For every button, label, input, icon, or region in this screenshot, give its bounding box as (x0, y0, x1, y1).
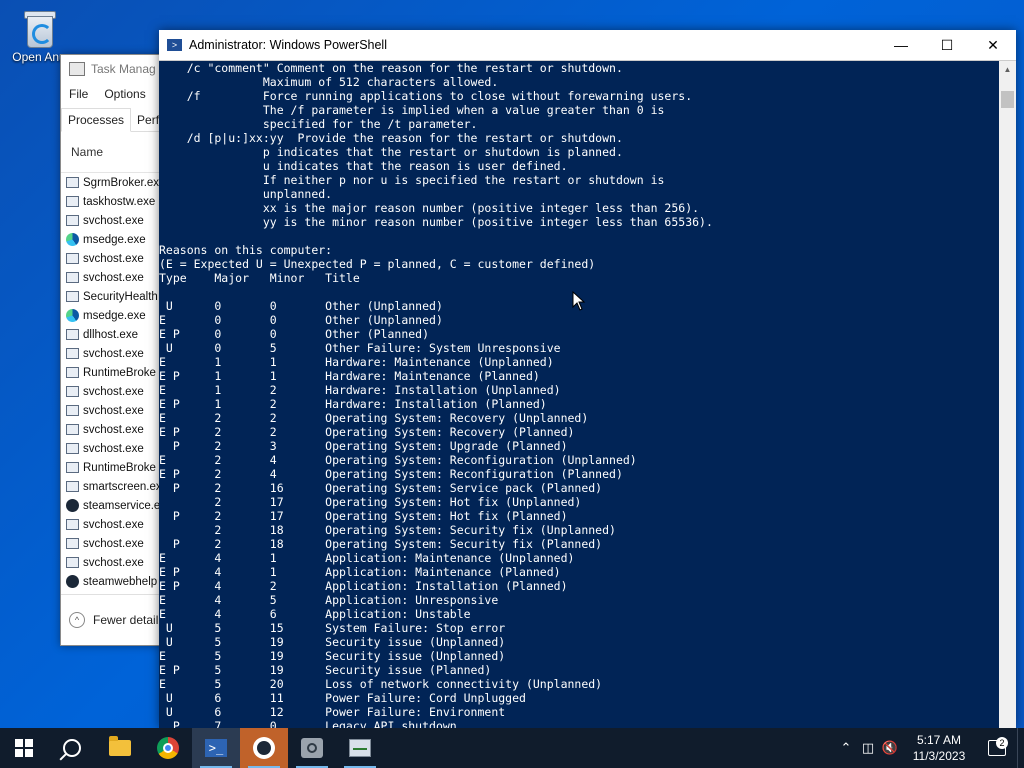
clock[interactable]: 5:17 AM 11/3/2023 (901, 732, 977, 764)
chevron-up-icon[interactable]: ⌃ (835, 740, 857, 756)
console-output-area[interactable]: /c "comment" Comment on the reason for t… (159, 61, 999, 728)
taskbar-chrome[interactable] (144, 728, 192, 768)
process-name: msedge.exe (83, 233, 146, 246)
process-name: svchost.exe (83, 214, 144, 227)
chevron-up-icon: ^ (69, 612, 85, 628)
steam-icon (66, 575, 79, 588)
process-name: SgrmBroker.ex (83, 176, 160, 189)
app-icon (66, 519, 79, 530)
taskbar-steam[interactable] (240, 728, 288, 768)
menu-file[interactable]: File (61, 87, 96, 101)
maximize-button[interactable]: ☐ (924, 30, 970, 60)
window-title: Administrator: Windows PowerShell (189, 38, 387, 52)
taskbar-settings-tool[interactable] (288, 728, 336, 768)
steam-icon (66, 499, 79, 512)
close-button[interactable]: ✕ (970, 30, 1016, 60)
app-icon (66, 291, 79, 302)
process-name: svchost.exe (83, 347, 144, 360)
process-name: smartscreen.ex (83, 480, 162, 493)
process-name: dllhost.exe (83, 328, 138, 341)
taskbar: >_ ⌃ ◫ 🔇 5:17 AM 11/3/2023 2 (0, 728, 1024, 768)
system-tray: ⌃ ◫ 🔇 5:17 AM 11/3/2023 2 (835, 728, 1024, 768)
chrome-icon (157, 737, 179, 759)
process-name: SecurityHealth (83, 290, 158, 303)
app-icon (66, 481, 79, 492)
steam-icon (253, 737, 275, 759)
notification-center-button[interactable]: 2 (977, 737, 1017, 756)
app-icon (66, 557, 79, 568)
process-name: RuntimeBroke (83, 461, 156, 474)
app-icon (66, 272, 79, 283)
start-button[interactable] (0, 728, 48, 768)
taskbar-powershell[interactable]: >_ (192, 728, 240, 768)
process-name: svchost.exe (83, 518, 144, 531)
search-button[interactable] (48, 728, 96, 768)
fewer-details-label: Fewer detail (93, 613, 159, 627)
process-name: RuntimeBroke (83, 366, 156, 379)
search-icon (63, 739, 81, 757)
task-manager-icon (349, 739, 371, 757)
app-icon (66, 462, 79, 473)
app-icon (66, 215, 79, 226)
app-icon (66, 196, 79, 207)
app-icon (66, 177, 79, 188)
taskbar-file-explorer[interactable] (96, 728, 144, 768)
app-icon (66, 386, 79, 397)
process-name: steamwebhelp (83, 575, 158, 588)
app-icon (66, 538, 79, 549)
process-name: svchost.exe (83, 537, 144, 550)
process-name: svchost.exe (83, 252, 144, 265)
folder-icon (109, 736, 131, 756)
vertical-scrollbar[interactable]: ▲ (999, 61, 1016, 728)
recycle-bin-icon (21, 8, 57, 48)
process-name: taskhostw.exe (83, 195, 156, 208)
edge-icon (66, 309, 79, 322)
app-icon (66, 253, 79, 264)
process-name: svchost.exe (83, 556, 144, 569)
menu-options[interactable]: Options (96, 87, 153, 101)
powershell-window[interactable]: > Administrator: Windows PowerShell — ☐ … (159, 30, 1016, 728)
volume-muted-icon[interactable]: 🔇 (879, 740, 901, 756)
process-name: svchost.exe (83, 271, 144, 284)
clock-time: 5:17 AM (916, 733, 962, 747)
app-icon (66, 367, 79, 378)
powershell-icon: > (167, 39, 182, 51)
show-desktop-button[interactable] (1017, 728, 1024, 768)
process-name: msedge.exe (83, 309, 146, 322)
scroll-up-icon[interactable]: ▲ (999, 61, 1016, 78)
clock-date: 11/3/2023 (912, 749, 966, 763)
network-icon[interactable]: ◫ (857, 740, 879, 756)
edge-icon (66, 233, 79, 246)
task-manager-title: Task Manag (91, 62, 156, 76)
notification-count: 2 (996, 737, 1008, 749)
process-name: svchost.exe (83, 442, 144, 455)
taskbar-task-manager[interactable] (336, 728, 384, 768)
console-text: /c "comment" Comment on the reason for t… (159, 61, 713, 728)
task-manager-icon (69, 62, 85, 76)
scrollbar-thumb[interactable] (1001, 91, 1014, 108)
minimize-button[interactable]: — (878, 30, 924, 60)
app-icon (66, 329, 79, 340)
app-icon (66, 405, 79, 416)
gear-icon (301, 738, 323, 758)
process-name: steamservice.e (83, 499, 161, 512)
process-name: svchost.exe (83, 423, 144, 436)
powershell-titlebar[interactable]: > Administrator: Windows PowerShell — ☐ … (159, 30, 1016, 61)
app-icon (66, 443, 79, 454)
process-name: svchost.exe (83, 404, 144, 417)
process-name: svchost.exe (83, 385, 144, 398)
app-icon (66, 348, 79, 359)
tab-processes[interactable]: Processes (61, 108, 132, 132)
app-icon (66, 424, 79, 435)
powershell-icon: >_ (205, 739, 227, 757)
mouse-cursor-icon (572, 291, 586, 311)
windows-logo-icon (15, 739, 33, 757)
